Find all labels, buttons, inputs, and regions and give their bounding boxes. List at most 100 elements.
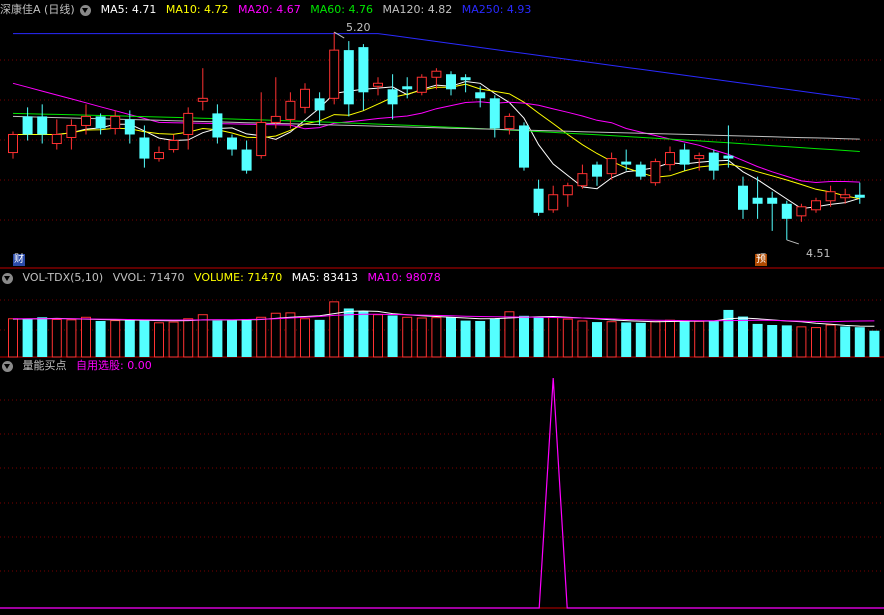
volume-bar [446,317,456,357]
indicator-dropdown-icon[interactable] [80,4,92,16]
volume-bar [329,301,340,358]
volume-bars [8,301,880,358]
candle [270,77,281,129]
candle [708,149,719,180]
candle-body [241,149,252,171]
candle [300,83,310,114]
candle-body [358,47,369,93]
candle-body [124,119,135,135]
candle [548,185,559,213]
high-price-label: 5.20 [346,21,371,34]
candle-body [446,74,456,90]
volume-bar [869,330,880,357]
volume-bar [197,314,208,358]
indicator-menu-icon[interactable] [2,360,13,372]
candle [752,176,763,219]
volume-bar [679,320,690,357]
indicator-header: 量能买点 自用选股: 0.00 [0,358,158,374]
low-pointer [786,239,799,245]
volume-bar [256,316,267,358]
volume-bar [270,312,281,358]
candle [8,131,18,159]
indicator-name: 量能买点 [22,359,67,372]
volume-bar [460,320,471,357]
candle-body [227,137,237,150]
candle [373,77,383,96]
candle-body [460,77,471,81]
volume-bar [723,309,734,357]
candle-body [285,100,296,120]
volume-bar [37,317,48,357]
candle [504,113,515,135]
candle-body [212,113,223,138]
candle [110,110,121,135]
candle [767,191,778,231]
candle-body [256,121,267,157]
vvol-value: VVOL: 71470 [112,271,185,284]
candle-body [387,89,398,105]
volume-bar [635,322,646,357]
volume-bar [854,327,865,357]
candle-body [694,155,705,160]
candle [358,44,369,111]
volume-bar [840,326,851,357]
candle-body [665,152,675,166]
candle [37,104,48,144]
forecast-tag[interactable]: 预 [755,254,767,266]
candle-body [752,197,763,204]
candle-body [621,161,632,165]
volume-bar [81,316,91,358]
volume-bar [825,324,836,358]
candle [329,32,340,105]
volume-bar [738,316,748,357]
volume-bar [8,318,18,358]
candle-body [416,76,427,93]
candle-body [402,86,413,90]
volume-bar [665,319,675,358]
candle [635,161,646,180]
volume-dropdown-icon[interactable] [2,272,13,284]
volume-bar [592,322,602,357]
volume-bar [650,321,661,358]
candle [519,122,529,171]
candle-body [154,152,164,160]
candle [679,143,690,171]
financial-report-tag[interactable]: 财 [13,254,25,266]
candle-body [329,49,340,99]
vol-indicator-name: VOL-TDX(5,10) [22,271,104,284]
volume-bar [431,317,442,358]
volume-bar [124,320,135,357]
ma5-value: MA5: 4.71 [100,3,157,16]
volume-bar [139,319,150,357]
candle [212,104,223,144]
candle-body [139,137,150,159]
ma250-value: MA250: 4.93 [461,3,532,16]
candle-body [8,133,18,154]
candle-body [37,116,48,135]
volume-bar [314,319,325,357]
candle-body [343,50,354,105]
volume-bar [110,320,121,358]
candle-body [489,98,500,129]
volume-bar [402,316,413,358]
candle [256,92,267,159]
candle-body [81,115,91,126]
indicator-value: 自用选股: 0.00 [76,359,152,372]
vol-ma5-value: MA5: 83413 [291,271,359,284]
signal-plot [0,377,884,609]
candle [460,74,471,93]
candle-body [781,203,792,219]
candle-body [854,194,865,198]
volume-bar [781,325,792,357]
candle [738,176,748,219]
candle [592,161,602,186]
volume-bar [212,320,223,357]
volume-bar [168,321,179,358]
volume-bar [489,318,500,357]
volume-bar [358,311,369,357]
vol-ma10-value: MA10: 98078 [367,271,441,284]
stock-chart[interactable]: 5.20 4.51 [0,0,884,615]
candle-body [796,206,807,217]
volume-bar [373,314,383,358]
candle [562,182,573,207]
